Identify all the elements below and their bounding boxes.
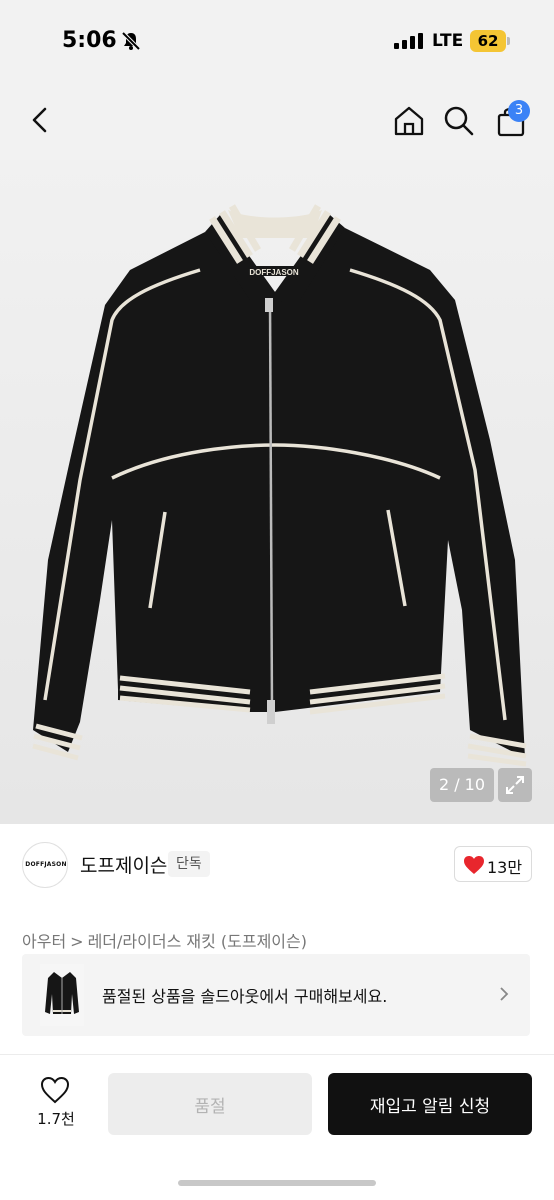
soldout-promo-card[interactable]: 품절된 상품을 솔드아웃에서 구매해보세요. <box>22 954 530 1036</box>
network-type: LTE <box>432 31 464 51</box>
breadcrumb-leather-jacket[interactable]: 레더/라이더스 재킷 (도프제이슨) <box>88 932 307 951</box>
breadcrumb-separator: > <box>70 932 84 951</box>
brand-logo-text: DOFFJASON <box>25 861 67 868</box>
battery-indicator: 62 <box>470 30 510 52</box>
soldout-button: 품절 <box>108 1073 312 1135</box>
heart-filled-icon <box>464 856 484 874</box>
jacket-image: DOFFJASON <box>32 204 527 767</box>
status-time: 5:06 <box>62 28 117 53</box>
soldout-thumbnail <box>40 964 84 1026</box>
brand-like-count: 13만 <box>487 858 523 877</box>
chevron-right-icon <box>500 987 509 1001</box>
wishlist-count: 1.7천 <box>37 1110 75 1128</box>
brand-like-button[interactable]: 13만 <box>454 846 532 882</box>
soldout-promo-text: 품절된 상품을 솔드아웃에서 구매해보세요. <box>102 987 388 1006</box>
expand-image-button[interactable] <box>498 768 532 802</box>
search-icon[interactable] <box>442 104 476 138</box>
bell-muted-icon <box>121 31 141 51</box>
status-bar: 5:06 LTE 62 <box>0 0 554 84</box>
product-image-gallery[interactable]: DOFFJASON 2 / 10 <box>0 160 554 824</box>
garment-logo-text: DOFFJASON <box>249 268 299 277</box>
restock-alert-button[interactable]: 재입고 알림 신청 <box>328 1073 532 1135</box>
cart-count-badge: 3 <box>508 100 530 122</box>
back-arrow-icon[interactable] <box>24 104 56 136</box>
brand-row: DOFFJASON 도프제이슨 단독 13만 <box>0 824 554 908</box>
signal-icon <box>394 33 423 49</box>
exclusive-badge: 단독 <box>168 851 210 877</box>
battery-level: 62 <box>477 32 499 50</box>
home-indicator <box>178 1180 376 1186</box>
heart-outline-icon <box>40 1076 70 1104</box>
expand-icon <box>506 776 524 794</box>
image-counter: 2 / 10 <box>430 768 494 802</box>
bottom-bar-divider <box>0 1054 554 1055</box>
category-breadcrumb: 아우터 > 레더/라이더스 재킷 (도프제이슨) <box>22 928 307 952</box>
brand-name-link[interactable]: 도프제이슨 <box>80 851 167 878</box>
brand-logo[interactable]: DOFFJASON <box>22 842 68 888</box>
top-nav-bar: 3 <box>0 84 554 160</box>
breadcrumb-outer[interactable]: 아우터 <box>22 932 66 951</box>
wishlist-button[interactable]: 1.7천 <box>26 1072 86 1134</box>
home-icon[interactable] <box>392 104 426 138</box>
